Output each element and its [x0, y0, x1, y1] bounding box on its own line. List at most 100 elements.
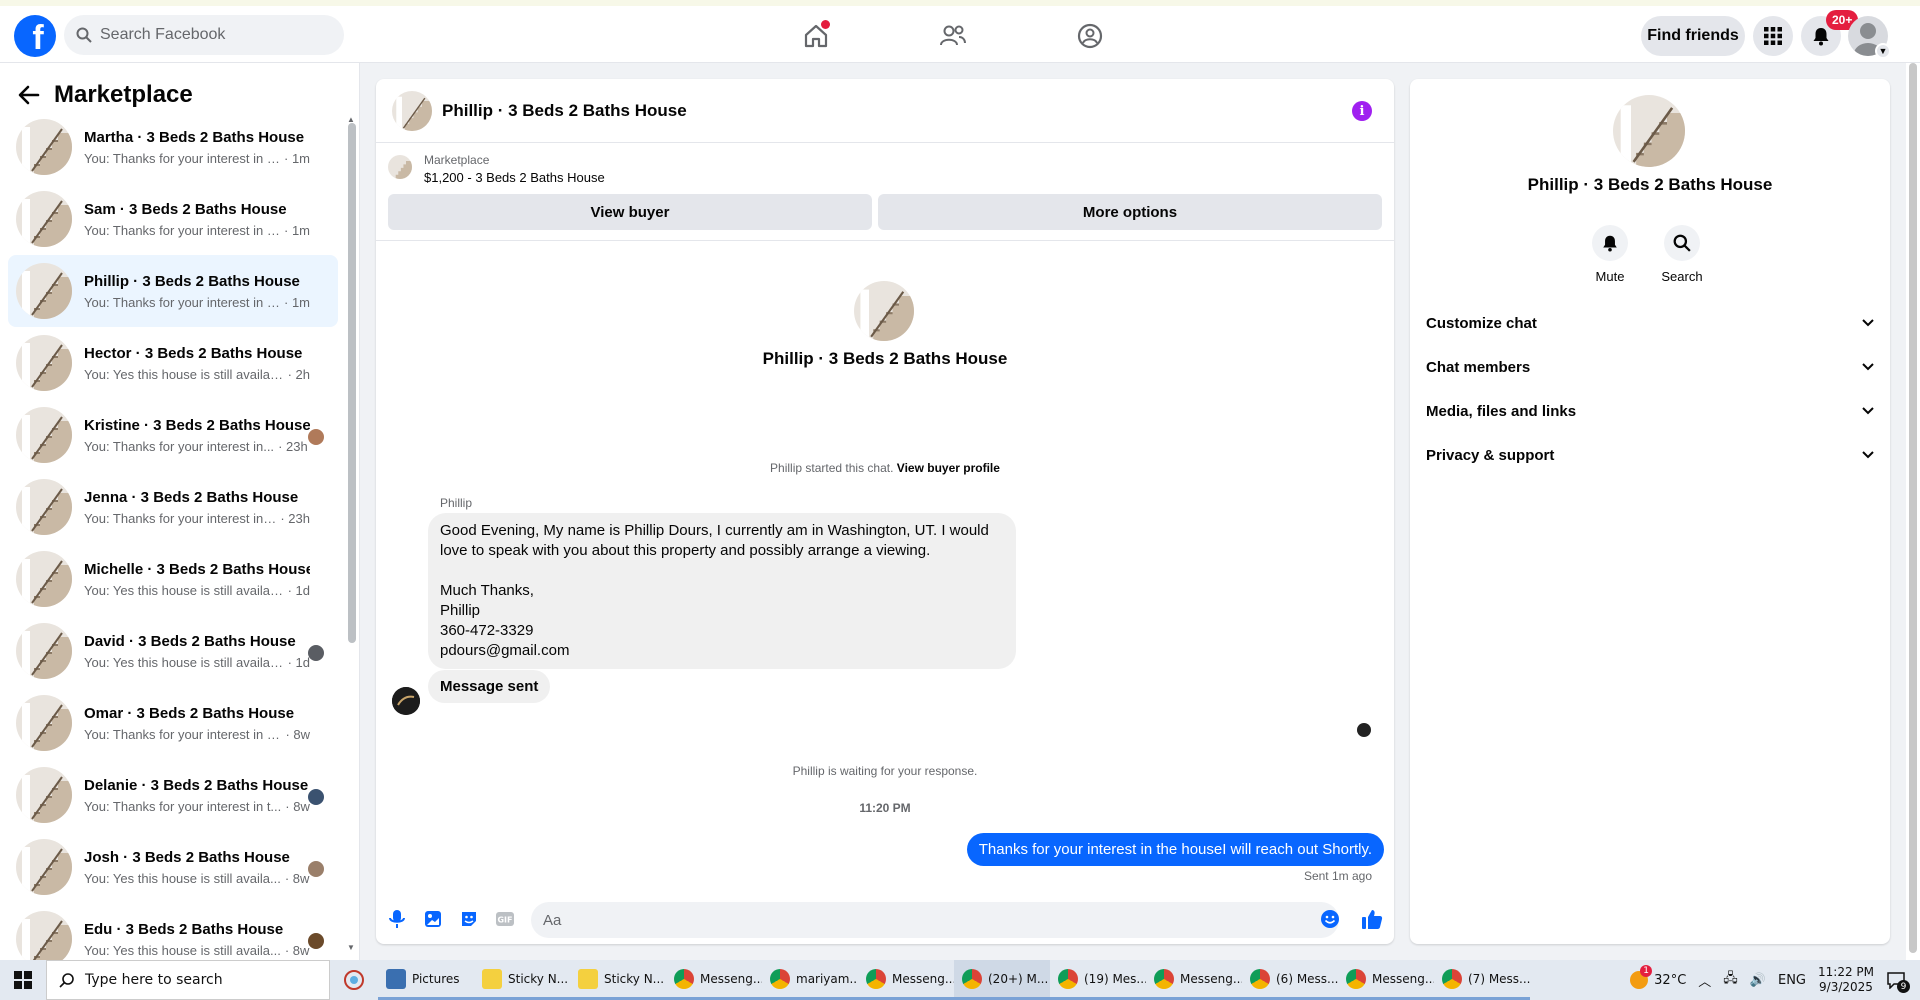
conversation-time: · 1m	[284, 222, 310, 238]
conversation-item-sam[interactable]: Sam · 3 Beds 2 Baths House You: Thanks f…	[8, 183, 338, 255]
message-input[interactable]: Aa	[531, 902, 1339, 938]
conversation-time: · 8w	[285, 726, 310, 742]
message-sent-bubble[interactable]: Message sent	[428, 670, 551, 703]
groups-nav-button[interactable]	[1074, 20, 1106, 52]
start-button[interactable]	[0, 960, 46, 1000]
mute-label: Mute	[1595, 269, 1625, 284]
conversation-item-omar[interactable]: Omar · 3 Beds 2 Baths House You: Thanks …	[8, 687, 338, 759]
friends-nav-button[interactable]	[937, 20, 969, 52]
facebook-logo-icon[interactable]: f	[14, 15, 56, 57]
conversation-list: Martha · 3 Beds 2 Baths House You: Thank…	[8, 111, 338, 975]
attach-photo-button[interactable]	[422, 908, 444, 930]
taskbar-app-chrome-8[interactable]: Messeng...	[1338, 960, 1434, 1000]
sticker-button[interactable]	[458, 908, 480, 930]
search-icon	[1673, 234, 1691, 252]
chrome-icon	[1250, 968, 1270, 989]
taskbar-app-label: Sticky N...	[604, 971, 665, 986]
seen-avatar-icon	[308, 789, 324, 805]
taskbar-app-chrome-6[interactable]: Messeng...	[1146, 960, 1242, 1000]
find-friends-button[interactable]: Find friends	[1641, 16, 1745, 56]
taskbar-app-sticky-notes-2[interactable]: Sticky N...	[570, 960, 666, 1000]
sent-status: Sent 1m ago	[1303, 869, 1372, 883]
taskbar-app-chrome-4-active[interactable]: (20+) M...	[954, 960, 1050, 1000]
conversation-item-david[interactable]: David · 3 Beds 2 Baths House You: Yes th…	[8, 615, 338, 687]
outgoing-message-bubble[interactable]: Thanks for your interest in the houseI w…	[966, 833, 1384, 866]
info-icon[interactable]: i	[1352, 101, 1372, 121]
conversation-preview: You: Yes this house is still available f…	[84, 366, 284, 382]
listing-price-title[interactable]: $1,200 - 3 Beds 2 Baths House	[424, 170, 605, 185]
more-options-button[interactable]: More options	[878, 194, 1382, 230]
listing-thumbnail	[16, 839, 72, 895]
language-indicator[interactable]: ENG	[1778, 973, 1806, 988]
conversation-item-martha[interactable]: Martha · 3 Beds 2 Baths House You: Thank…	[8, 111, 338, 183]
listing-thumbnail	[16, 911, 72, 967]
taskbar-app-chrome-2[interactable]: mariyam...	[762, 960, 858, 1000]
view-buyer-button[interactable]: View buyer	[388, 194, 872, 230]
privacy-support-section[interactable]: Privacy & support	[1426, 437, 1874, 473]
sender-avatar[interactable]	[392, 687, 420, 715]
message-line	[440, 561, 1004, 581]
menu-button[interactable]	[1753, 16, 1793, 56]
cortana-icon[interactable]	[330, 960, 378, 1000]
taskbar-app-chrome-9[interactable]: (7) Mess...	[1434, 960, 1530, 1000]
speaker-icon[interactable]: 🔊	[1750, 973, 1766, 988]
taskbar-clock[interactable]: 11:22 PM 9/3/2025	[1818, 965, 1874, 995]
search-placeholder: Search Facebook	[100, 26, 226, 43]
conversation-item-delanie[interactable]: Delanie · 3 Beds 2 Baths House You: Than…	[8, 759, 338, 831]
taskbar-app-chrome-5[interactable]: (19) Mes...	[1050, 960, 1146, 1000]
conversation-item-hector[interactable]: Hector · 3 Beds 2 Baths House You: Yes t…	[8, 327, 338, 399]
conversation-item-kristine[interactable]: Kristine · 3 Beds 2 Baths House You: Tha…	[8, 399, 338, 471]
groups-icon	[1077, 23, 1103, 49]
details-name: Phillip · 3 Beds 2 Baths House	[1527, 175, 1773, 194]
message-timestamp: 11:20 PM	[859, 801, 911, 815]
conversation-preview: You: Thanks for your interest in the...	[84, 726, 282, 742]
voice-clip-button[interactable]	[386, 908, 408, 930]
page-scrollbar-thumb[interactable]	[1909, 63, 1917, 953]
back-arrow-icon[interactable]	[18, 85, 40, 105]
emoji-button[interactable]	[1319, 908, 1341, 930]
conversation-item-michelle[interactable]: Michelle · 3 Beds 2 Baths House You: Yes…	[8, 543, 338, 615]
taskbar-app-chrome-3[interactable]: Messeng...	[858, 960, 954, 1000]
notification-center-button[interactable]: 9	[1886, 971, 1910, 993]
conversation-item-josh[interactable]: Josh · 3 Beds 2 Baths House You: Yes thi…	[8, 831, 338, 903]
top-navigation-bar: f Search Facebook Find friends 20+ ▼	[0, 0, 1920, 63]
taskbar-app-chrome-7[interactable]: (6) Mess...	[1242, 960, 1338, 1000]
customize-chat-section[interactable]: Customize chat	[1426, 305, 1874, 341]
view-buyer-profile-link[interactable]: View buyer profile	[897, 461, 1000, 475]
chat-title[interactable]: Phillip · 3 Beds 2 Baths House	[442, 101, 687, 121]
account-chevron-down-icon[interactable]: ▼	[1875, 43, 1891, 59]
mute-button[interactable]: Mute	[1580, 225, 1640, 284]
chevron-down-icon	[1862, 319, 1874, 327]
chevron-down-icon	[1862, 451, 1874, 459]
chat-members-section[interactable]: Chat members	[1426, 349, 1874, 385]
taskbar-app-sticky-notes-1[interactable]: Sticky N...	[474, 960, 570, 1000]
facebook-search-input[interactable]: Search Facebook	[64, 15, 344, 55]
sidebar-scrollbar[interactable]	[348, 123, 356, 643]
conversation-item-phillip[interactable]: Phillip · 3 Beds 2 Baths House You: Than…	[8, 255, 338, 327]
gif-button[interactable]: GIF	[494, 908, 516, 930]
message-line: 360-472-3329	[440, 622, 534, 639]
taskbar-search-box[interactable]: Type here to search	[46, 960, 330, 1000]
section-label: Chat members	[1426, 358, 1531, 376]
media-files-links-section[interactable]: Media, files and links	[1426, 393, 1874, 429]
like-button[interactable]	[1361, 908, 1383, 930]
chat-listing-thumbnail[interactable]	[392, 90, 432, 131]
home-nav-button[interactable]	[800, 20, 832, 52]
weather-widget[interactable]: 1 32°C	[1630, 965, 1686, 989]
taskbar-app-chrome-1[interactable]: Messeng...	[666, 960, 762, 1000]
network-icon[interactable]: 🖧	[1723, 969, 1738, 991]
listing-thumbnail	[16, 551, 72, 607]
conversation-item-jenna[interactable]: Jenna · 3 Beds 2 Baths House You: Thanks…	[8, 471, 338, 543]
thumbs-up-icon	[1362, 910, 1383, 929]
scroll-down-arrow-icon[interactable]: ▼	[347, 943, 355, 952]
listing-thumbnail	[16, 695, 72, 751]
search-conversation-button[interactable]: Search	[1652, 225, 1712, 284]
chevron-up-icon[interactable]: ︿	[1698, 971, 1711, 990]
listing-thumbnail	[16, 767, 72, 823]
chat-started-text: Phillip started this chat.	[770, 461, 894, 475]
taskbar-app-label: Pictures	[412, 971, 460, 986]
listing-thumbnail	[16, 407, 72, 463]
taskbar-app-pictures[interactable]: Pictures	[378, 960, 474, 1000]
incoming-message-bubble[interactable]: Good Evening, My name is Phillip Dours, …	[428, 513, 1016, 669]
page-scrollbar[interactable]	[1906, 63, 1920, 960]
